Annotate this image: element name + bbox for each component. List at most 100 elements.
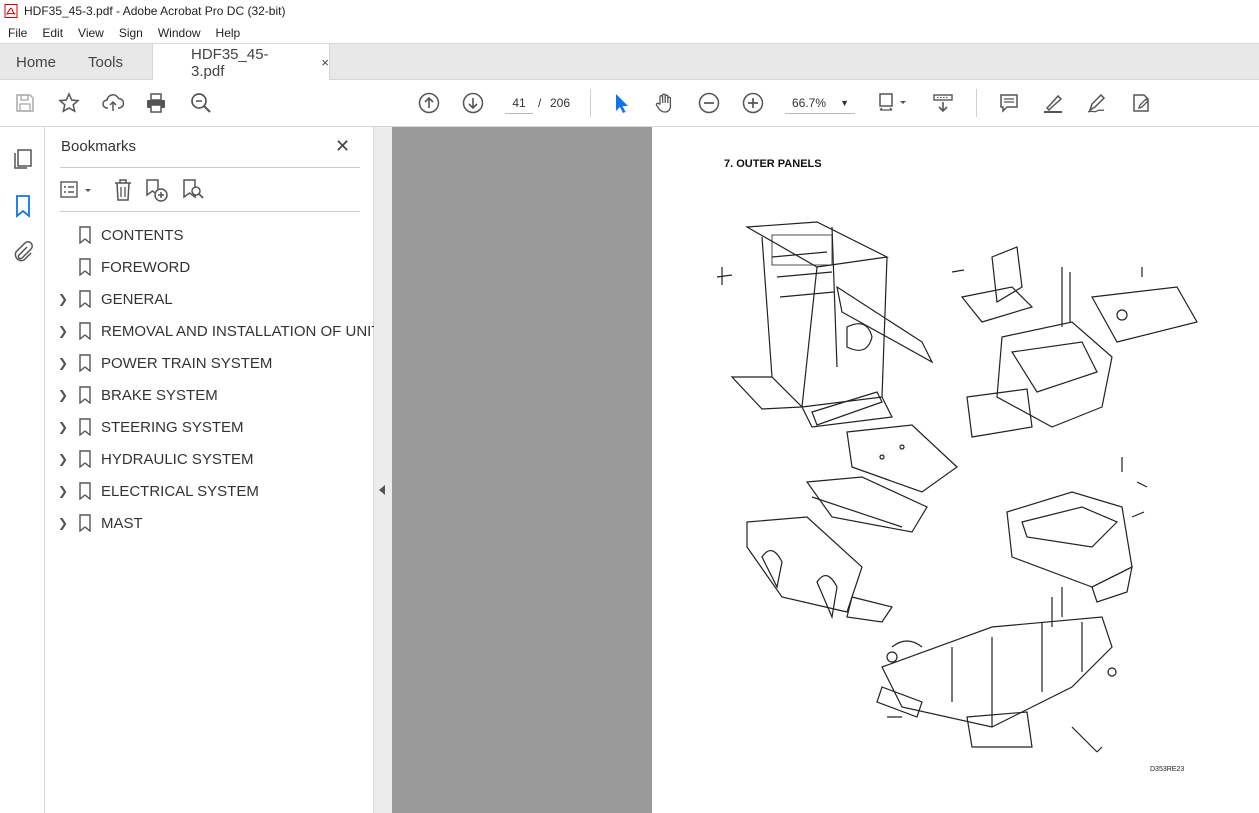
- attachments-icon[interactable]: [11, 240, 35, 264]
- bookmark-item[interactable]: ❯ MAST: [45, 507, 374, 539]
- expand-chevron-icon[interactable]: ❯: [58, 324, 68, 338]
- delete-bookmark-icon[interactable]: [110, 177, 136, 203]
- new-bookmark-icon[interactable]: [143, 177, 169, 203]
- bookmark-flag-icon: [79, 386, 91, 404]
- menu-help[interactable]: Help: [208, 26, 248, 40]
- tab-tools[interactable]: Tools: [88, 44, 123, 80]
- bookmark-label: STEERING SYSTEM: [101, 418, 244, 436]
- total-pages: 206: [550, 96, 571, 110]
- drawing-code: D353RE23: [1150, 766, 1185, 773]
- expand-chevron-icon[interactable]: ❯: [58, 292, 68, 306]
- zoom-select[interactable]: 66.7% ▼: [785, 92, 855, 114]
- print-icon[interactable]: [143, 90, 169, 116]
- scroll-mode-icon[interactable]: [930, 90, 956, 116]
- title-bar: HDF35_45-3.pdf - Adobe Acrobat Pro DC (3…: [0, 0, 1259, 22]
- save-icon[interactable]: [12, 90, 38, 116]
- panel-divider: [60, 167, 360, 168]
- pdf-page: 7. OUTER PANELS D353RE23: [652, 127, 1259, 813]
- expand-chevron-icon[interactable]: ❯: [58, 388, 68, 402]
- bookmark-item[interactable]: ❯ STEERING SYSTEM: [45, 411, 374, 443]
- search-zoom-icon[interactable]: [188, 90, 214, 116]
- bookmark-item[interactable]: ❯ REMOVAL AND INSTALLATION OF UNIT: [45, 315, 381, 347]
- bookmark-options-icon[interactable]: [59, 177, 97, 203]
- bookmark-flag-icon: [79, 226, 91, 244]
- panel-collapse-strip[interactable]: [374, 127, 392, 813]
- expand-chevron-icon[interactable]: ❯: [58, 516, 68, 530]
- bookmark-list: CONTENTS FOREWORD ❯ GENERAL ❯ REMOVAL AND INS…: [45, 219, 381, 539]
- menu-file[interactable]: File: [0, 26, 34, 40]
- expand-chevron-icon[interactable]: ❯: [58, 356, 68, 370]
- menu-bar: File Edit View Sign Window Help: [0, 22, 1259, 43]
- document-viewer[interactable]: 7. OUTER PANELS D353RE23: [392, 127, 1259, 813]
- close-tab-icon[interactable]: ×: [321, 55, 329, 70]
- bookmark-label: POWER TRAIN SYSTEM: [101, 354, 273, 372]
- bookmark-item[interactable]: ❯ GENERAL: [45, 283, 374, 315]
- bookmark-label: MAST: [101, 514, 143, 532]
- bookmark-label: GENERAL: [101, 290, 173, 308]
- bookmark-label: BRAKE SYSTEM: [101, 386, 218, 404]
- sign-icon[interactable]: [1084, 90, 1110, 116]
- bookmark-flag-icon: [79, 450, 91, 468]
- bookmark-label: REMOVAL AND INSTALLATION OF UNIT: [101, 322, 381, 340]
- main-toolbar: 41 / 206 66.7% ▼: [0, 80, 1259, 127]
- bookmark-flag-icon: [79, 322, 91, 340]
- bookmark-item[interactable]: ❯ BRAKE SYSTEM: [45, 379, 374, 411]
- bookmark-flag-icon: [79, 354, 91, 372]
- bookmark-label: CONTENTS: [101, 226, 184, 244]
- star-icon[interactable]: [56, 90, 82, 116]
- chevron-down-icon: ▼: [840, 98, 849, 108]
- select-arrow-icon[interactable]: [608, 90, 634, 116]
- menu-edit[interactable]: Edit: [34, 26, 70, 40]
- tab-bar: Home Tools HDF35_45-3.pdf ×: [0, 43, 1259, 81]
- zoom-in-icon[interactable]: [740, 90, 766, 116]
- page-thumbnails-icon[interactable]: [11, 147, 35, 171]
- highlight-icon[interactable]: [1040, 90, 1066, 116]
- bookmark-flag-icon: [79, 290, 91, 308]
- page-separator: /: [538, 96, 542, 110]
- page-up-icon[interactable]: [416, 90, 442, 116]
- collapse-arrow-icon[interactable]: [379, 485, 385, 495]
- tab-tools-label: Tools: [88, 53, 124, 71]
- bookmark-item[interactable]: ❯ POWER TRAIN SYSTEM: [45, 347, 374, 379]
- bookmark-flag-icon: [79, 258, 91, 276]
- toolbar-divider: [976, 89, 977, 117]
- zoom-out-icon[interactable]: [696, 90, 722, 116]
- expand-chevron-icon[interactable]: ❯: [58, 420, 68, 434]
- edit-pdf-icon[interactable]: [1128, 90, 1154, 116]
- upload-icon[interactable]: [100, 90, 126, 116]
- page-heading: 7. OUTER PANELS: [724, 158, 822, 170]
- fit-page-icon[interactable]: [874, 90, 910, 116]
- menu-view[interactable]: View: [70, 26, 111, 40]
- bookmark-label: HYDRAULIC SYSTEM: [101, 450, 254, 468]
- hand-icon[interactable]: [652, 90, 678, 116]
- tab-document-label: HDF35_45-3.pdf: [191, 45, 269, 80]
- bookmark-item[interactable]: CONTENTS: [45, 219, 374, 251]
- expand-chevron-icon[interactable]: ❯: [58, 452, 68, 466]
- close-panel-icon[interactable]: ✕: [335, 136, 350, 157]
- left-navigation-rail: [0, 127, 45, 813]
- toolbar-divider: [590, 89, 591, 117]
- current-page-input[interactable]: 41: [505, 92, 533, 114]
- acrobat-app-icon: [4, 4, 18, 18]
- expand-chevron-icon[interactable]: ❯: [58, 484, 68, 498]
- menu-window[interactable]: Window: [150, 26, 208, 40]
- bookmark-label: FOREWORD: [101, 258, 191, 276]
- bookmark-panel-icon[interactable]: [11, 194, 35, 218]
- bookmark-item[interactable]: ❯ HYDRAULIC SYSTEM: [45, 443, 374, 475]
- tab-document[interactable]: HDF35_45-3.pdf ×: [152, 44, 330, 81]
- bookmark-item[interactable]: ❯ ELECTRICAL SYSTEM: [45, 475, 374, 507]
- tab-home-label: Home: [16, 53, 57, 71]
- find-bookmark-icon[interactable]: [179, 177, 205, 203]
- page-down-icon[interactable]: [460, 90, 486, 116]
- comment-icon[interactable]: [996, 90, 1022, 116]
- exploded-parts-drawing: [716, 221, 1198, 753]
- panel-divider: [60, 211, 360, 212]
- bookmark-flag-icon: [79, 514, 91, 532]
- tab-home[interactable]: Home: [16, 44, 56, 80]
- bookmarks-panel: Bookmarks ✕ CONTENTS FOREWORD ❯ GENERAL ❯ REM…: [45, 127, 381, 813]
- window-title: HDF35_45-3.pdf - Adobe Acrobat Pro DC (3…: [24, 4, 286, 18]
- bookmark-item[interactable]: FOREWORD: [45, 251, 374, 283]
- bookmark-label: ELECTRICAL SYSTEM: [101, 482, 259, 500]
- bookmark-flag-icon: [79, 482, 91, 500]
- menu-sign[interactable]: Sign: [111, 26, 150, 40]
